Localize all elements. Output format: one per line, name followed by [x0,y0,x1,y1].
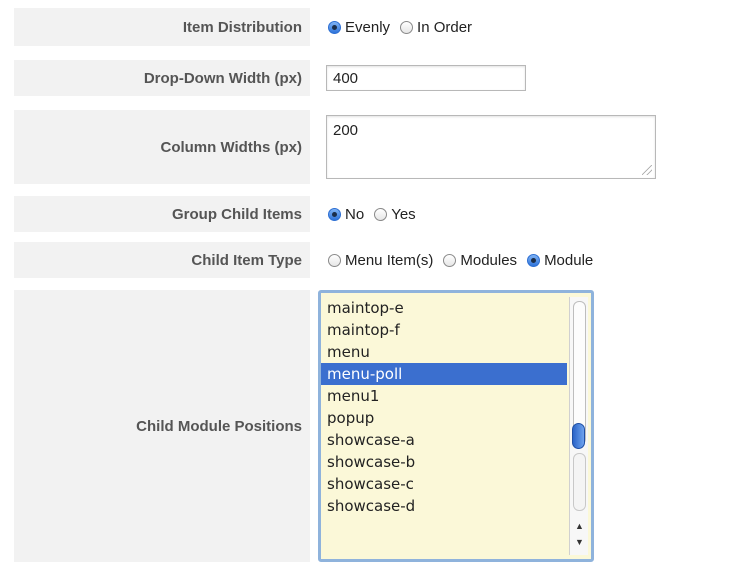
scroll-down-arrow-icon[interactable]: ▼ [575,537,584,547]
scroll-up-arrow-icon[interactable]: ▲ [575,521,584,531]
child-item-type-module-label[interactable]: Module [544,252,593,269]
group-child-items-label: Group Child Items [14,196,310,232]
child-item-type-options: Menu Item(s) Modules Module [318,242,730,278]
column-widths-textarea[interactable]: 200 [326,115,656,179]
group-child-items-yes-label[interactable]: Yes [391,206,415,223]
item-distribution-in-order-radio[interactable] [400,20,414,34]
item-distribution-in-order-label[interactable]: In Order [417,19,472,36]
listbox-items: maintop-e maintop-f menu menu-poll menu1… [321,297,567,517]
child-item-type-label: Child Item Type [14,242,310,278]
list-item[interactable]: maintop-e [321,297,567,319]
column-widths-cell: 200 [318,110,730,184]
child-item-type-module-radio[interactable] [527,253,541,267]
item-distribution-options: Evenly In Order [318,8,730,46]
list-item[interactable]: showcase-a [321,429,567,451]
dropdown-width-cell [318,60,730,96]
dropdown-width-input[interactable] [326,65,526,91]
listbox-scrollbar[interactable]: ▲ ▼ [569,297,588,555]
list-item[interactable]: menu1 [321,385,567,407]
scrollbar-thumb[interactable] [572,423,585,449]
child-item-type-menu-items-radio[interactable] [328,253,341,267]
group-child-items-options: No Yes [318,196,730,232]
list-item[interactable]: showcase-c [321,473,567,495]
scrollbar-track-lower [573,453,586,511]
child-module-positions-label: Child Module Positions [14,290,310,562]
column-widths-label: Column Widths (px) [14,110,310,184]
item-distribution-label: Item Distribution [14,8,310,46]
resize-grip-icon[interactable] [642,165,652,175]
child-item-type-modules-radio[interactable] [443,253,457,267]
child-item-type-modules-label[interactable]: Modules [460,252,517,269]
list-item[interactable]: menu [321,341,567,363]
child-module-positions-listbox[interactable]: maintop-e maintop-f menu menu-poll menu1… [318,290,594,562]
child-item-type-menu-items-label[interactable]: Menu Item(s) [345,252,433,269]
list-item[interactable]: showcase-d [321,495,567,517]
group-child-items-yes-radio[interactable] [374,207,388,221]
column-widths-value: 200 [333,122,359,139]
dropdown-width-label: Drop-Down Width (px) [14,60,310,96]
module-settings-form: Item Distribution Evenly In Order Drop-D… [0,0,730,566]
list-item[interactable]: showcase-b [321,451,567,473]
list-item[interactable]: maintop-f [321,319,567,341]
list-item[interactable]: popup [321,407,567,429]
item-distribution-evenly-radio[interactable] [328,20,341,34]
item-distribution-evenly-label[interactable]: Evenly [345,19,390,36]
group-child-items-no-radio[interactable] [328,207,341,221]
list-item-selected[interactable]: menu-poll [321,363,567,385]
group-child-items-no-label[interactable]: No [345,206,364,223]
